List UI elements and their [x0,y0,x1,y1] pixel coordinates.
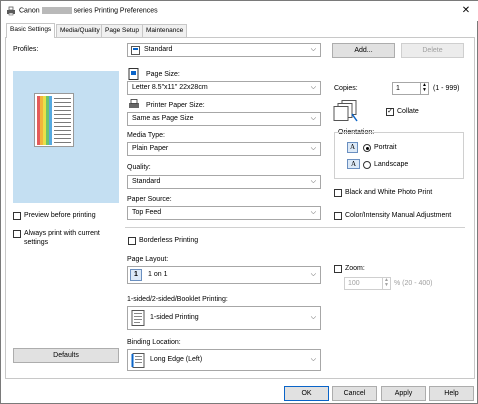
title-bar: Canon series Printing Preferences ✕ [1,1,478,21]
chevron-down-icon: ⌵ [310,115,316,122]
media-type-select[interactable]: Plain Paper ⌵ [127,142,321,156]
portrait-radio[interactable] [363,144,371,152]
always-print-current-checkbox[interactable] [13,230,21,238]
profiles-label: Profiles: [13,46,39,53]
binding-location-value: Long Edge (Left) [150,356,203,363]
help-button[interactable]: Help [429,386,474,401]
page-layout-label: Page Layout: [127,256,169,263]
quality-select[interactable]: Standard ⌵ [127,175,321,189]
close-icon: ✕ [461,5,471,16]
tab-basic-settings[interactable]: Basic Settings [6,23,56,38]
page-layout-icon: 1 [130,269,142,281]
page-size-label: Page Size: [146,71,180,78]
color-intensity-label: Color/Intensity Manual Adjustment [345,212,452,219]
copies-value: 1 [396,85,400,92]
profile-icon [131,46,140,55]
duplex-value: 1-sided Printing [150,314,199,321]
duplex-label: 1-sided/2-sided/Booklet Printing: [127,296,228,303]
color-intensity-checkbox[interactable] [334,212,342,220]
media-type-value: Plain Paper [132,145,169,152]
bw-photo-print-checkbox[interactable] [334,189,342,197]
copies-input[interactable]: 1 ▲ ▼ [392,82,429,95]
tab-page-setup[interactable]: Page Setup [101,24,143,37]
printing-preferences-window: Canon series Printing Preferences ✕ Basic… [0,0,478,404]
tab-media-quality[interactable]: Media/Quality [56,24,104,37]
printer-paper-size-select[interactable]: Same as Page Size ⌵ [127,112,321,126]
preview-page [34,93,74,147]
binding-icon [131,353,145,368]
landscape-icon: A [347,159,360,169]
portrait-icon: A [347,142,358,153]
binding-location-select[interactable]: Long Edge (Left) ⌵ [127,349,321,371]
paper-source-value: Top Feed [132,209,162,216]
printer-paper-size-value: Same as Page Size [132,115,194,122]
printer-paper-size-label: Printer Paper Size: [146,102,205,109]
zoom-input[interactable]: 100 ▲ ▼ [344,277,391,290]
page-size-select[interactable]: Letter 8.5"x11" 22x28cm ⌵ [127,81,321,95]
orientation-group [334,132,464,179]
collate-pages-icon [333,100,358,122]
copies-label: Copies: [334,85,358,92]
page-layout-select[interactable]: 1 1 on 1 ⌵ [127,266,321,284]
collate-label: Collate [397,108,419,115]
delete-profile-button[interactable]: Delete [401,43,464,58]
borderless-printing-checkbox[interactable] [128,237,136,245]
apply-button[interactable]: Apply [381,386,426,401]
always-print-label-line1: Always print with current [24,230,100,237]
zoom-checkbox[interactable] [334,265,342,273]
chevron-down-icon: ⌵ [310,209,316,216]
copies-range: (1 - 999) [433,85,460,92]
defaults-button[interactable]: Defaults [13,348,119,363]
page-size-value: Letter 8.5"x11" 22x28cm [132,84,208,91]
zoom-value: 100 [348,280,360,287]
window-title: Canon series Printing Preferences [19,7,158,14]
borderless-printing-label: Borderless Printing [139,237,199,244]
section-divider [125,227,465,228]
add-profile-button[interactable]: Add... [332,43,395,58]
profiles-value: Standard [144,46,173,53]
printer-icon [7,6,15,16]
bw-photo-print-label: Black and White Photo Print [345,189,433,196]
chevron-down-icon: ⌵ [310,178,316,185]
quality-value: Standard [132,178,161,185]
preview-before-printing-checkbox[interactable] [13,212,21,220]
zoom-label: Zoom: [345,265,365,272]
page-layout-value: 1 on 1 [148,271,168,278]
chevron-down-icon: ⌵ [310,271,316,278]
preview-before-printing-label: Preview before printing [24,212,96,219]
preview-graphic [37,96,71,145]
printer-paper-icon [129,99,139,108]
always-print-label-line2: settings [24,239,49,246]
ok-button[interactable]: OK [284,386,329,401]
portrait-label: Portrait [374,144,397,151]
chevron-down-icon: ⌵ [310,314,316,321]
close-button[interactable]: ✕ [459,4,473,18]
tab-maintenance[interactable]: Maintenance [142,24,188,37]
quality-label: Quality: [127,164,151,171]
duplex-select[interactable]: 1-sided Printing ⌵ [127,306,321,330]
profiles-select[interactable]: Standard ⌵ [127,43,321,57]
title-prefix: Canon [19,7,40,15]
chevron-down-icon: ⌵ [310,356,316,363]
chevron-down-icon: ⌵ [310,145,316,152]
landscape-radio[interactable] [363,161,371,169]
zoom-range: % (20 - 400) [394,280,433,287]
binding-location-label: Binding Location: [127,339,181,346]
paper-source-select[interactable]: Top Feed ⌵ [127,206,321,220]
one-sided-icon [131,310,145,326]
cancel-button[interactable]: Cancel [332,386,377,401]
title-suffix: series Printing Preferences [73,7,158,15]
chevron-down-icon: ⌵ [310,84,316,91]
zoom-spinner[interactable]: ▲ ▼ [382,278,390,289]
landscape-label: Landscape [374,161,409,168]
paper-source-label: Paper Source: [127,196,172,203]
collate-checkbox[interactable]: ✓ [386,108,394,116]
page-size-icon [128,68,139,80]
page-preview [13,71,119,203]
chevron-down-icon: ⌵ [310,46,316,53]
copies-spinner[interactable]: ▲ ▼ [420,83,428,94]
redacted-model [41,7,72,14]
media-type-label: Media Type: [127,132,166,139]
